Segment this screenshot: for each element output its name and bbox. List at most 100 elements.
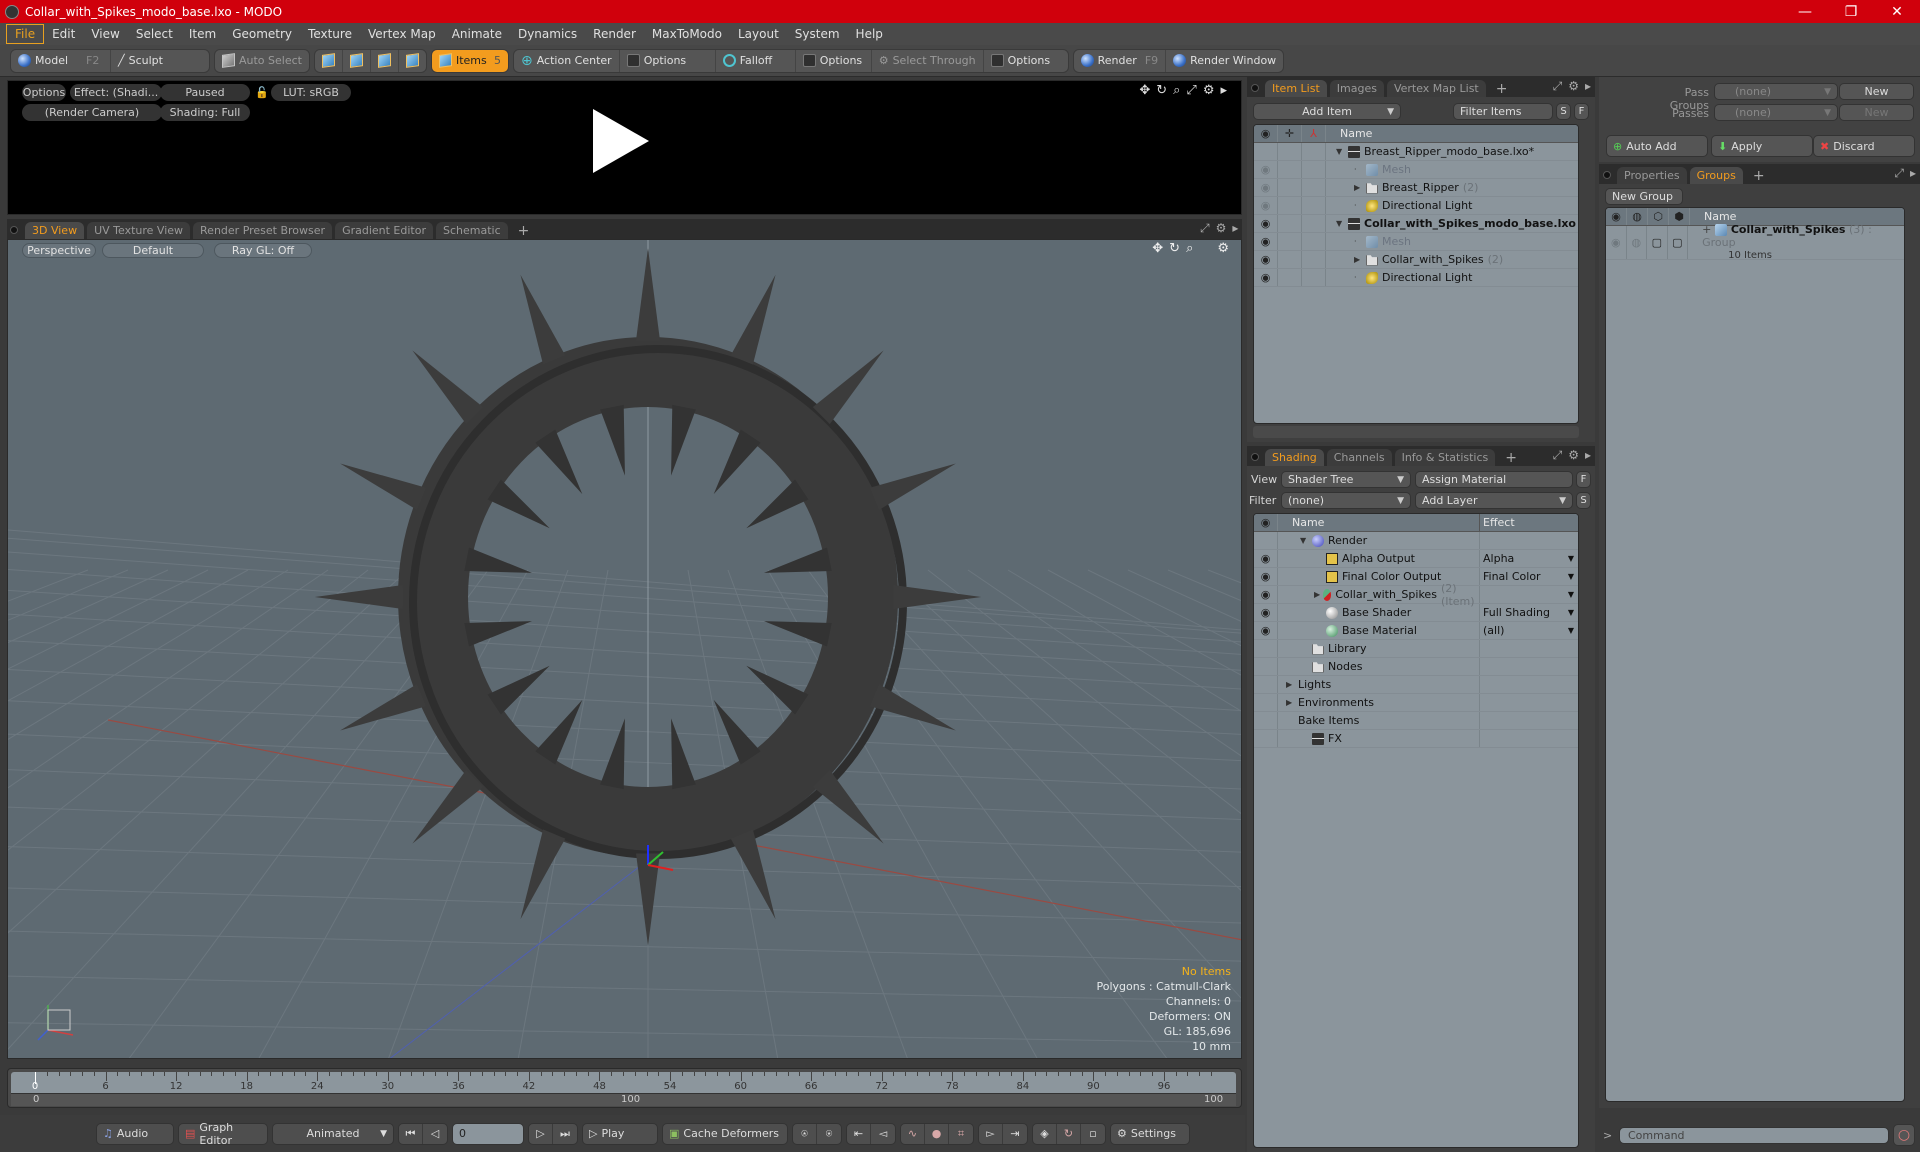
new-group-button[interactable]: New Group (1605, 188, 1683, 205)
tab-properties[interactable]: Properties (1617, 167, 1687, 184)
expand-arrow-icon[interactable]: ▸ (1585, 79, 1591, 94)
maximize-icon[interactable]: ⤢ (1186, 83, 1196, 98)
visibility-column-icon[interactable]: ◉ (1254, 514, 1278, 531)
items-mode-button[interactable]: Items 5 (431, 49, 508, 72)
visibility-toggle-icon[interactable]: ◉ (1254, 622, 1278, 639)
projection-dropdown[interactable]: Perspective (22, 243, 96, 258)
gear-icon[interactable]: ⚙ (1217, 241, 1229, 256)
expand-toggle-icon[interactable]: ▶ (1286, 698, 1298, 707)
shading-dropdown[interactable]: Shading: Full (160, 104, 250, 121)
pass-groups-dropdown[interactable]: (none) ▼ (1714, 83, 1838, 100)
maximize-icon[interactable]: ⤢ (1553, 448, 1563, 463)
visibility-toggle-icon[interactable]: ◉ (1254, 161, 1278, 178)
tab-uv-texture-view[interactable]: UV Texture View (87, 222, 191, 239)
menu-view[interactable]: View (83, 25, 127, 43)
axis-toggle[interactable] (1302, 143, 1326, 160)
gear-icon[interactable]: ⚙ (1203, 83, 1215, 98)
pan-view-icon[interactable]: ✥ (1152, 241, 1163, 256)
preview-paused-button[interactable]: Paused (160, 84, 250, 101)
visibility-toggle-icon[interactable] (1254, 712, 1278, 729)
key-up-icon[interactable]: ⍟ (793, 1123, 817, 1144)
panel-menu-dot[interactable] (1251, 84, 1259, 92)
effect-value[interactable]: Full Shading (1483, 606, 1550, 619)
apply-button[interactable]: ⬇ Apply (1711, 135, 1813, 157)
gear-icon[interactable]: ⚙ (1216, 221, 1227, 236)
f-button[interactable]: F (1576, 471, 1591, 488)
render-camera-dropdown[interactable]: (Render Camera) (22, 104, 162, 121)
next-keyframe-icon[interactable]: ⇥ (1003, 1124, 1027, 1144)
preview-effect-dropdown[interactable]: Effect: (Shadi... (70, 84, 162, 101)
lock-toggle[interactable] (1278, 269, 1302, 286)
tab-groups[interactable]: Groups (1689, 167, 1743, 184)
visibility-toggle-icon[interactable] (1254, 694, 1278, 711)
filter-items-input[interactable]: Filter Items (1453, 103, 1553, 120)
render-column-icon[interactable]: ◍ (1627, 208, 1648, 225)
play-button[interactable]: ▷ Play (582, 1122, 658, 1145)
tab-schematic[interactable]: Schematic (436, 222, 508, 239)
graph-editor-button[interactable]: ▤ Graph Editor (178, 1121, 268, 1147)
chevron-down-icon[interactable]: ▼ (1568, 554, 1574, 563)
shader-row[interactable]: ◉ Final Color Output Final Color ▼ (1254, 568, 1578, 586)
expand-arrow-icon[interactable]: ▸ (1220, 83, 1227, 98)
prev-key-icon[interactable]: ◁ (423, 1124, 447, 1144)
expand-toggle-icon[interactable]: ▶ (1314, 590, 1323, 599)
lock-toggle[interactable] (1278, 197, 1302, 214)
expand-toggle-icon[interactable]: ▼ (1336, 219, 1348, 228)
menu-maxtomodo[interactable]: MaxToModo (644, 25, 730, 43)
visibility-toggle-icon[interactable]: ◉ (1254, 179, 1278, 196)
axis-toggle[interactable] (1302, 179, 1326, 196)
lock-toggle[interactable] (1278, 179, 1302, 196)
new-pass-group-button[interactable]: New (1839, 83, 1914, 100)
auto-add-button[interactable]: ⊕ Auto Add (1606, 135, 1708, 157)
3d-viewport[interactable]: Perspective Default Ray GL: Off ✥ ↻ ⌕ ⚙ … (7, 239, 1242, 1059)
expand-toggle-icon[interactable]: ▼ (1300, 536, 1312, 545)
effect-value[interactable]: (all) (1483, 624, 1504, 637)
key-selection-icon[interactable]: ▫ (1081, 1124, 1105, 1144)
menu-texture[interactable]: Texture (300, 25, 360, 43)
lock-toggle[interactable] (1278, 143, 1302, 160)
tab-vertex-map-list[interactable]: Vertex Map List (1386, 80, 1486, 97)
tab-images[interactable]: Images (1329, 80, 1384, 97)
auto-key-icon[interactable]: ∿ (901, 1123, 925, 1144)
timeline-range-bar[interactable]: 0 100 100 (11, 1093, 1236, 1106)
name-column-header[interactable]: Name (1690, 210, 1736, 223)
panel-menu-dot[interactable] (1603, 171, 1611, 179)
group-row[interactable]: ◉ ◍ ▢ ▢ + Collar_with_Spikes (3) : Group… (1606, 223, 1904, 261)
select-column-icon[interactable]: ⬢ (1669, 208, 1690, 225)
panel-menu-dot[interactable] (1251, 453, 1259, 461)
zoom-view-icon[interactable]: ⌕ (1186, 241, 1193, 256)
expand-arrow-icon[interactable]: ▸ (1585, 448, 1591, 463)
lock-column-icon[interactable]: ⬡ (1648, 208, 1669, 225)
raygl-toggle[interactable]: Ray GL: Off (214, 243, 312, 258)
lock-toggle[interactable] (1278, 233, 1302, 250)
restore-button[interactable]: ❐ (1828, 4, 1874, 20)
passes-dropdown[interactable]: (none) ▼ (1714, 104, 1838, 121)
edges-mode-button[interactable] (343, 49, 371, 72)
visibility-column-icon[interactable]: ◉ (1606, 208, 1627, 225)
animated-dropdown[interactable]: Animated ▼ (272, 1122, 394, 1145)
search-s-button[interactable]: S (1556, 103, 1571, 120)
prev-keyframe-icon[interactable]: ⇤ (847, 1123, 871, 1144)
item-row[interactable]: ◉ · Directional Light (1254, 197, 1578, 215)
menu-geometry[interactable]: Geometry (224, 25, 300, 43)
lock-column-icon[interactable]: ✛ (1278, 125, 1302, 142)
tab-gradient-editor[interactable]: Gradient Editor (335, 222, 433, 239)
sculpt-mode-button[interactable]: ╱ Sculpt (111, 50, 170, 72)
item-row[interactable]: ▼ Breast_Ripper_modo_base.lxo* (1254, 143, 1578, 161)
shader-row[interactable]: ◉ ▶ Collar_with_Spikes (2) (Item) ▼ (1254, 582, 1578, 608)
menu-system[interactable]: System (787, 25, 848, 43)
go-to-start-icon[interactable]: ⏮ (399, 1123, 423, 1144)
menu-edit[interactable]: Edit (44, 25, 83, 43)
menu-item[interactable]: Item (181, 25, 224, 43)
axis-toggle[interactable] (1302, 161, 1326, 178)
select-through-button[interactable]: ⚙ Select Through (872, 49, 984, 72)
menu-help[interactable]: Help (848, 25, 891, 43)
visibility-toggle-icon[interactable] (1254, 676, 1278, 693)
command-input[interactable]: Command (1619, 1127, 1889, 1144)
gear-icon[interactable]: ⚙ (1568, 448, 1579, 463)
shader-row[interactable]: Bake Items (1254, 712, 1578, 730)
effect-value[interactable]: Alpha (1483, 552, 1514, 565)
audio-button[interactable]: ♫ Audio (96, 1122, 174, 1145)
visibility-toggle-icon[interactable]: ◉ (1254, 604, 1278, 621)
chevron-down-icon[interactable]: ▼ (1568, 626, 1574, 635)
